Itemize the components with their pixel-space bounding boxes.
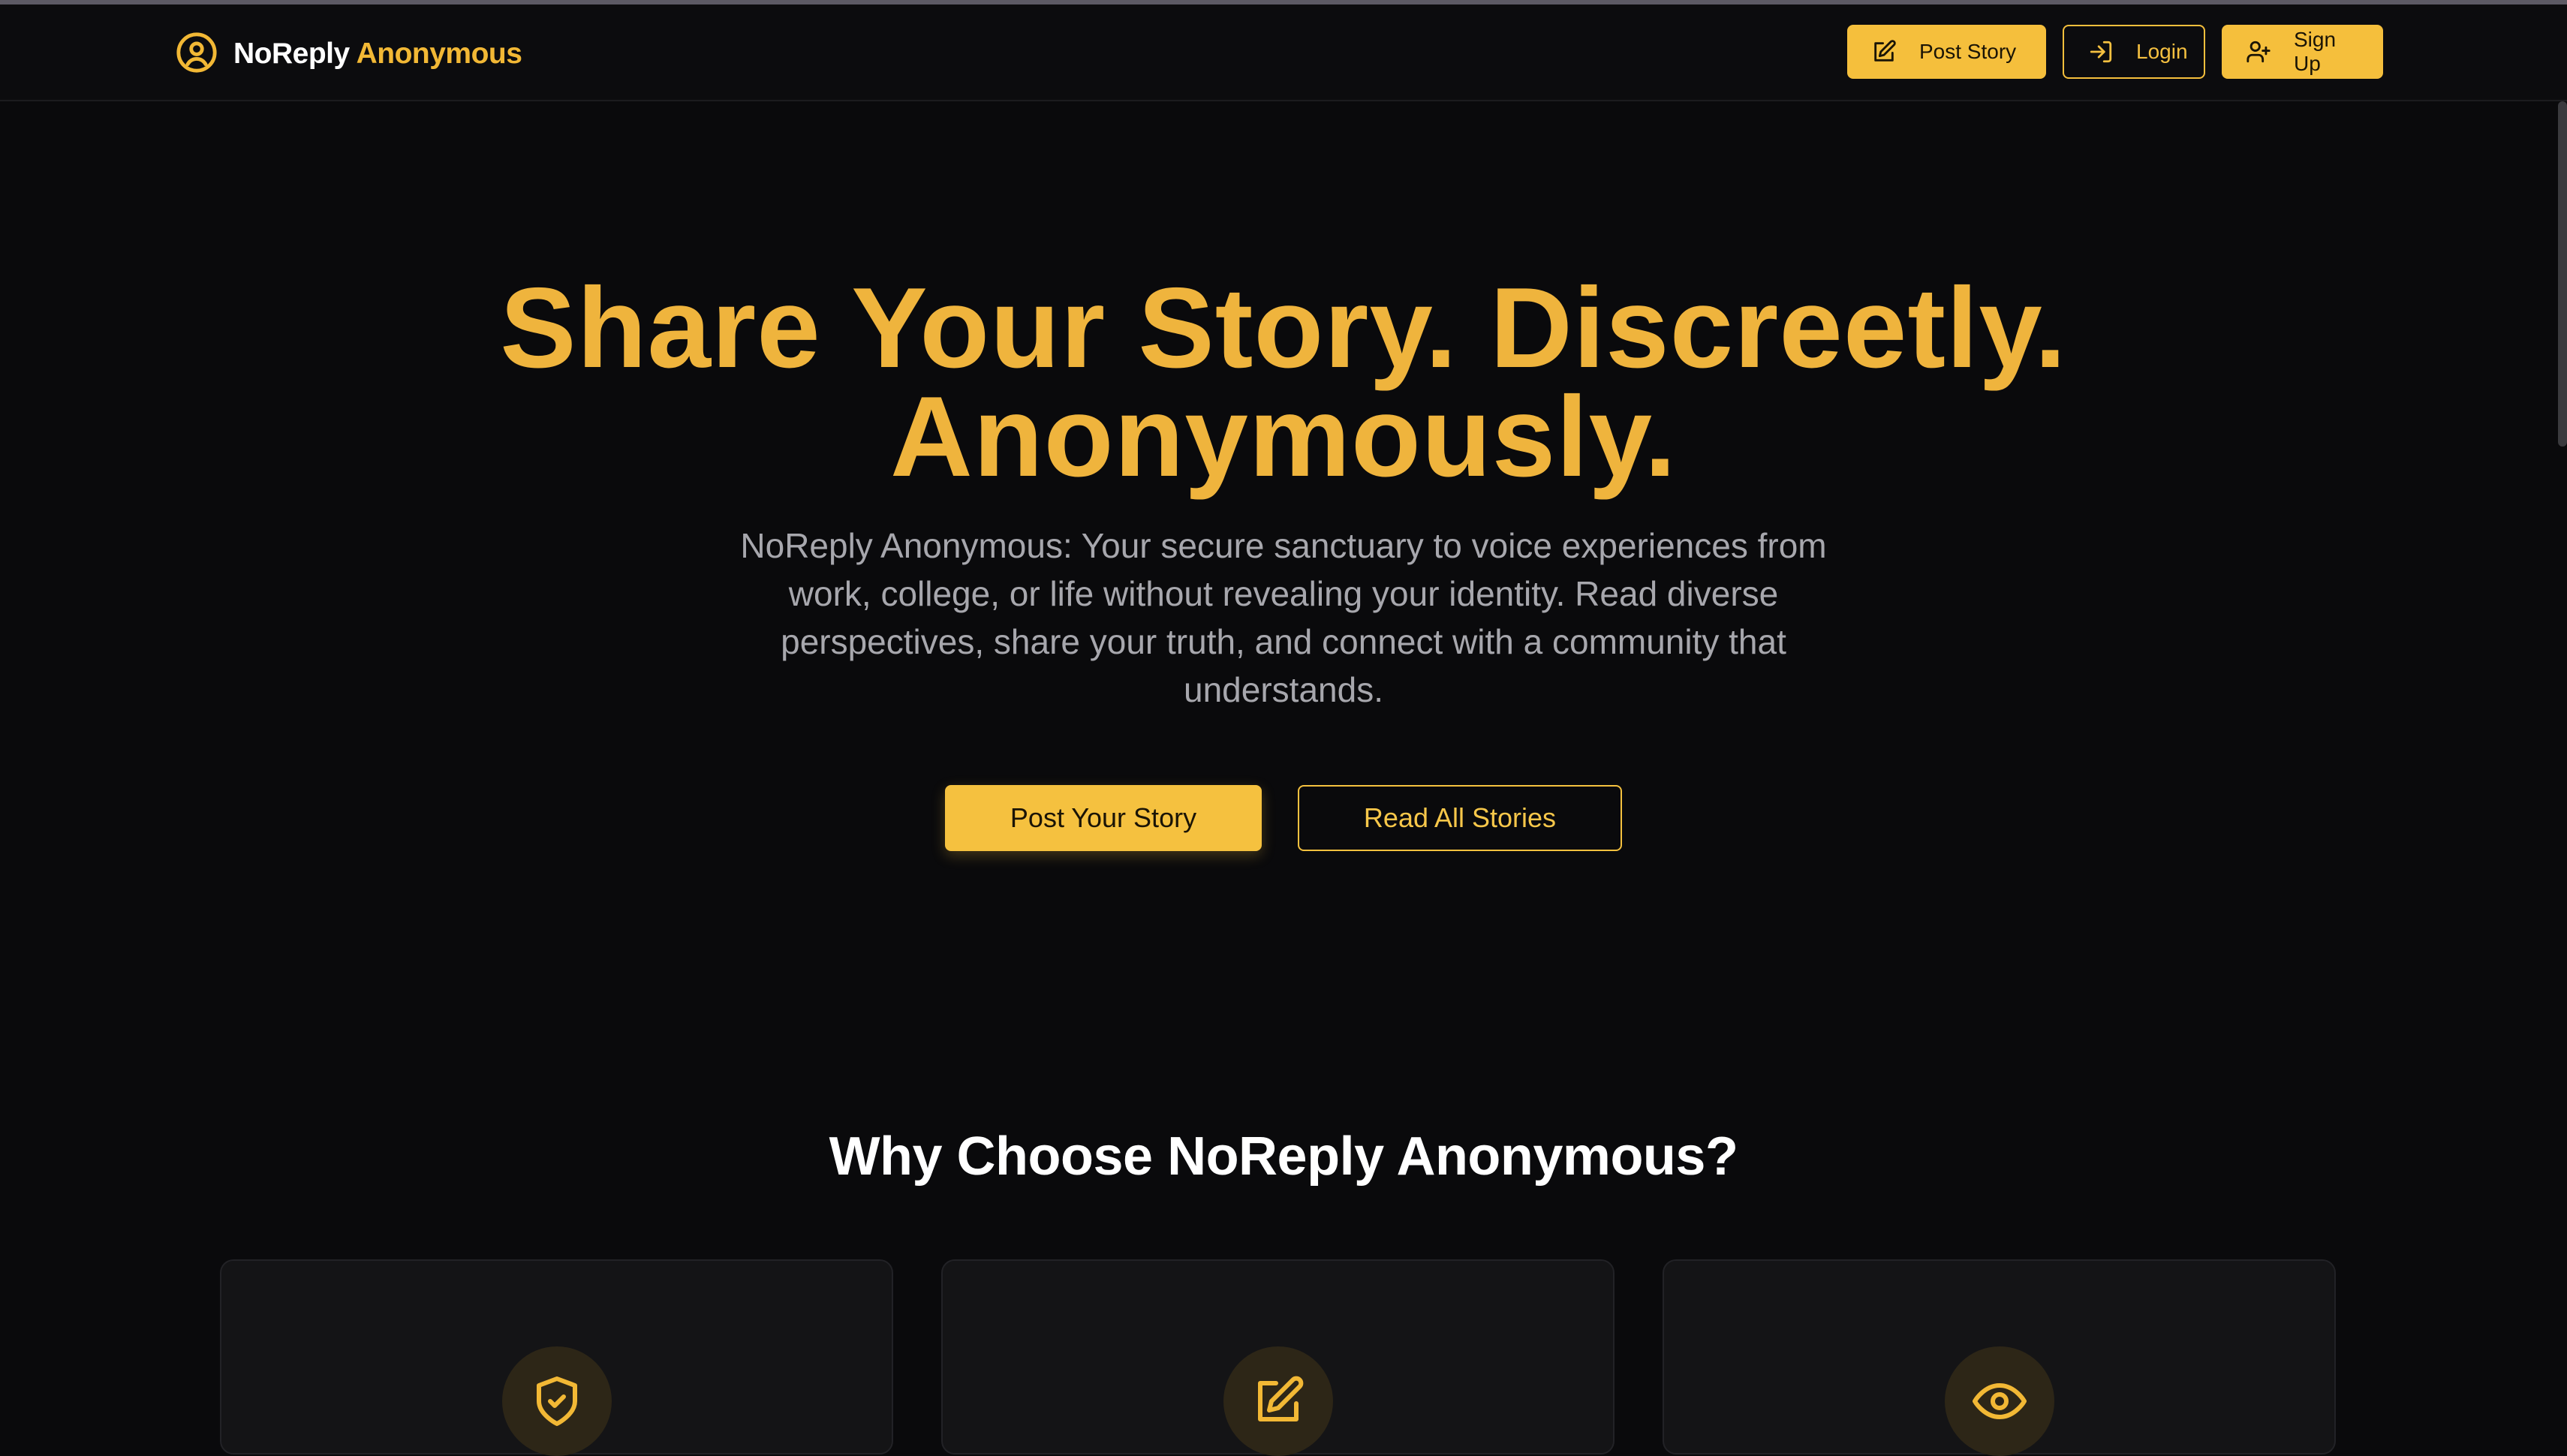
login-button[interactable]: Login xyxy=(2063,25,2205,79)
post-story-label: Post Story xyxy=(1919,40,2017,63)
brand-logo[interactable]: NoReply Anonymous xyxy=(175,32,522,77)
login-label: Login xyxy=(2136,40,2188,63)
page-scrollbar[interactable] xyxy=(2558,101,2567,447)
sign-up-label: Sign Up xyxy=(2294,28,2337,75)
edit-icon xyxy=(1223,1346,1333,1456)
why-heading: Why Choose NoReply Anonymous? xyxy=(829,1127,1738,1187)
edit-icon xyxy=(1871,39,1897,65)
brand-name: NoReply Anonymous xyxy=(233,38,522,71)
nav-actions: Post Story Login Sign Up xyxy=(1847,25,2383,79)
post-story-button[interactable]: Post Story xyxy=(1847,25,2046,79)
top-navbar: NoReply Anonymous Post Story Login Sign … xyxy=(0,5,2567,101)
hero-title-line2: Anonymously. xyxy=(890,373,1677,501)
hero-description: NoReply Anonymous: Your secure sanctuary… xyxy=(740,526,1827,709)
shield-check-icon xyxy=(501,1346,612,1456)
hero-section: Share Your Story. Discreetly. Anonymousl… xyxy=(0,271,2567,851)
user-plus-icon xyxy=(2246,39,2271,65)
why-section: Why Choose NoReply Anonymous? xyxy=(0,1126,2567,1187)
feature-cards xyxy=(220,1259,2336,1456)
hero-title: Share Your Story. Discreetly. Anonymousl… xyxy=(0,271,2567,494)
post-your-story-button[interactable]: Post Your Story xyxy=(945,785,1262,851)
feature-card-reading xyxy=(1663,1259,2336,1456)
feature-card-security xyxy=(220,1259,893,1456)
user-circle-icon xyxy=(175,31,218,78)
brand-name-part2: Anonymous xyxy=(356,38,522,70)
feature-card-posting xyxy=(941,1259,1615,1456)
sign-up-button[interactable]: Sign Up xyxy=(2222,25,2383,79)
hero-actions: Post Your Story Read All Stories xyxy=(0,785,2567,851)
brand-name-part1: NoReply xyxy=(233,38,350,70)
read-all-stories-button[interactable]: Read All Stories xyxy=(1298,785,1622,851)
login-icon xyxy=(2088,39,2114,65)
eye-icon xyxy=(1944,1346,2054,1456)
